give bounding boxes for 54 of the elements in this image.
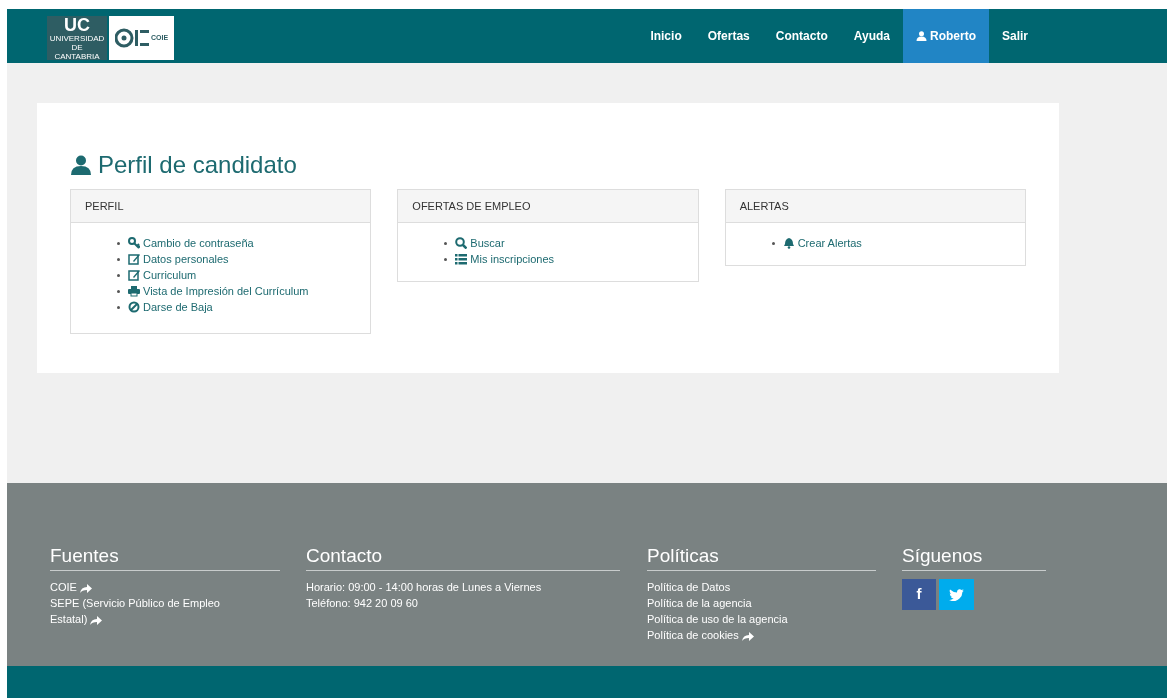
nav-link[interactable]: Contacto (762, 9, 841, 63)
nav-link[interactable]: Salir (989, 9, 1041, 63)
footer-link[interactable]: Política de uso de la agencia (647, 611, 847, 627)
bullet-icon (117, 289, 120, 293)
footer-heading: Contacto (306, 545, 620, 571)
coie-emblem-icon (114, 28, 149, 48)
panel-title: PERFIL (85, 198, 124, 214)
edit-icon (128, 253, 140, 265)
footer-heading: Síguenos (902, 545, 1046, 571)
edit-icon (128, 269, 140, 281)
panel-link[interactable]: Curriculum (128, 266, 197, 284)
bullet-icon (117, 257, 120, 261)
panel-title: OFERTAS DE EMPLEO (412, 198, 531, 214)
bullet-icon (444, 241, 448, 245)
footer-heading: Fuentes (50, 545, 280, 571)
footer-link[interactable]: Política de la agencia (647, 595, 847, 611)
bullet-icon (444, 257, 448, 261)
bullet-icon (117, 273, 120, 277)
footer-link[interactable]: COIE (50, 579, 250, 595)
panel-link[interactable]: Cambio de contraseña (128, 234, 254, 252)
user-icon (70, 155, 92, 175)
nav-link[interactable]: Ayuda (840, 9, 903, 63)
ban-icon (128, 301, 140, 313)
page-title: Perfil de candidato (98, 150, 297, 180)
footer-link[interactable]: Política de Datos (647, 579, 847, 595)
panel-link[interactable]: Datos personales (128, 250, 229, 268)
panel-title: ALERTAS (739, 198, 789, 214)
bird-icon (949, 588, 964, 601)
footer-link[interactable]: SEPE (Servicio Público de Empleo Estatal) (50, 595, 250, 627)
footer-heading: Políticas (647, 545, 876, 571)
list-icon (455, 253, 468, 265)
nav-link[interactable]: Roberto (903, 9, 989, 63)
search-icon (455, 237, 468, 249)
panel-link[interactable]: Vista de Impresión del Currículum (128, 282, 309, 300)
contact-text: Teléfono: 942 20 09 60 (306, 596, 419, 611)
key-icon (128, 237, 140, 249)
facebook-button[interactable]: f (902, 579, 936, 610)
logo-text: UNIVERSIDAD DE CANTABRIA (49, 33, 105, 61)
panel-link[interactable]: Mis inscripciones (455, 250, 555, 268)
nav-link[interactable]: Inicio (637, 9, 695, 63)
contact-text: Horario: 09:00 - 14:00 horas de Lunes a Viernes (306, 580, 543, 595)
nav-link[interactable]: Ofertas (694, 9, 763, 63)
bell-icon (782, 237, 795, 249)
printer-icon (128, 285, 140, 297)
bullet-icon (117, 241, 120, 245)
panel-link[interactable]: Crear Alertas (782, 234, 862, 252)
user-icon (916, 31, 927, 41)
bullet-icon (771, 241, 775, 245)
panel-link[interactable]: Darse de Baja (128, 298, 213, 316)
bullet-icon (117, 305, 120, 309)
panel-link[interactable]: Buscar (455, 234, 505, 252)
twitter-button[interactable] (939, 579, 974, 610)
footer-link[interactable]: Política de cookies (647, 627, 847, 643)
logo-text: UC (64, 15, 90, 34)
